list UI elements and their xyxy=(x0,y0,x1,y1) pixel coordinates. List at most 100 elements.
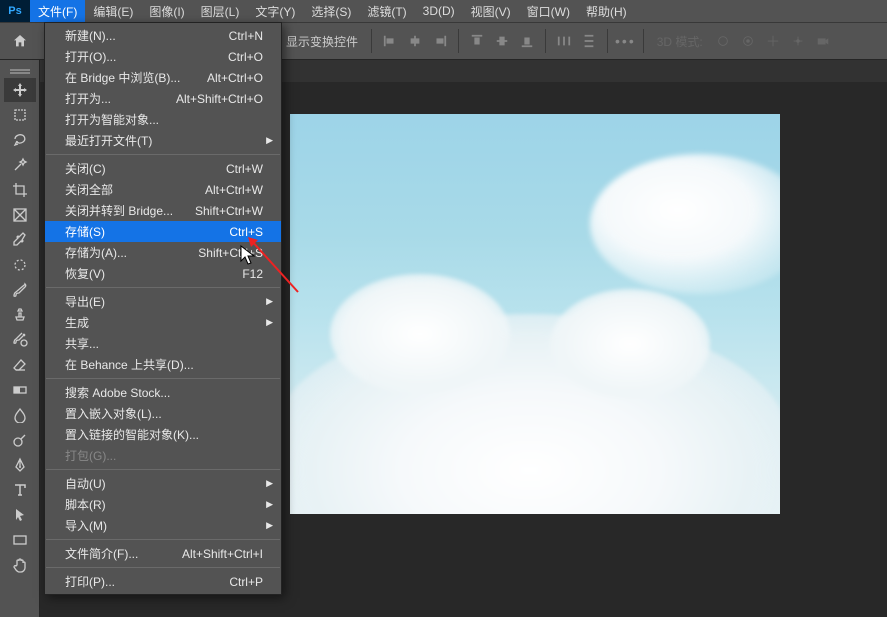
frame-tool[interactable] xyxy=(4,203,36,227)
eraser-tool[interactable] xyxy=(4,353,36,377)
menu-item-label: 在 Behance 上共享(D)... xyxy=(65,356,194,373)
crop-tool[interactable] xyxy=(4,178,36,202)
panel-handle[interactable] xyxy=(2,66,38,74)
magic-wand-tool[interactable] xyxy=(4,153,36,177)
menu-item[interactable]: 恢复(V)F12 xyxy=(45,263,281,284)
3d-move-icon[interactable] xyxy=(762,30,784,52)
menu-separator xyxy=(46,469,280,470)
menu-item[interactable]: 新建(N)...Ctrl+N xyxy=(45,25,281,46)
menu-separator xyxy=(46,567,280,568)
align-bottom-icon[interactable] xyxy=(516,30,538,52)
type-tool[interactable] xyxy=(4,478,36,502)
3d-camera-icon[interactable] xyxy=(812,30,834,52)
align-center-h-icon[interactable] xyxy=(404,30,426,52)
menu-item[interactable]: 生成▶ xyxy=(45,312,281,333)
menu-item-label: 关闭(C) xyxy=(65,160,106,177)
distribute-h-icon[interactable] xyxy=(553,30,575,52)
menu-视图[interactable]: 视图(V) xyxy=(463,0,519,22)
menu-item: 打包(G)... xyxy=(45,445,281,466)
blur-tool[interactable] xyxy=(4,403,36,427)
path-select-tool[interactable] xyxy=(4,503,36,527)
file-menu-dropdown: 新建(N)...Ctrl+N打开(O)...Ctrl+O在 Bridge 中浏览… xyxy=(44,22,282,595)
clone-stamp-tool[interactable] xyxy=(4,303,36,327)
tools-panel xyxy=(0,60,40,617)
menu-item[interactable]: 在 Behance 上共享(D)... xyxy=(45,354,281,375)
menu-item-label: 自动(U) xyxy=(65,475,106,492)
photoshop-logo: Ps xyxy=(0,0,30,22)
align-top-icon[interactable] xyxy=(466,30,488,52)
menu-item[interactable]: 打开为智能对象... xyxy=(45,109,281,130)
menu-帮助[interactable]: 帮助(H) xyxy=(578,0,635,22)
menu-文件[interactable]: 文件(F) xyxy=(30,0,85,22)
menu-separator xyxy=(46,154,280,155)
menu-item[interactable]: 搜索 Adobe Stock... xyxy=(45,382,281,403)
submenu-arrow-icon: ▶ xyxy=(266,520,273,531)
pen-tool[interactable] xyxy=(4,453,36,477)
menu-item-label: 打开为智能对象... xyxy=(65,111,159,128)
menu-窗口[interactable]: 窗口(W) xyxy=(519,0,578,22)
menu-item-label: 打印(P)... xyxy=(65,573,115,590)
menu-item[interactable]: 导出(E)▶ xyxy=(45,291,281,312)
menu-item-label: 文件简介(F)... xyxy=(65,545,138,562)
menu-bar: Ps 文件(F)编辑(E)图像(I)图层(L)文字(Y)选择(S)滤镜(T)3D… xyxy=(0,0,887,22)
menu-item[interactable]: 关闭并转到 Bridge... Shift+Ctrl+W xyxy=(45,200,281,221)
menu-separator xyxy=(46,287,280,288)
menu-编辑[interactable]: 编辑(E) xyxy=(85,0,141,22)
dodge-tool[interactable] xyxy=(4,428,36,452)
menu-separator xyxy=(46,539,280,540)
menu-item-label: 恢复(V) xyxy=(65,265,105,282)
align-right-icon[interactable] xyxy=(429,30,451,52)
menu-item[interactable]: 打印(P)...Ctrl+P xyxy=(45,571,281,592)
menu-item[interactable]: 打开(O)...Ctrl+O xyxy=(45,46,281,67)
eyedropper-tool[interactable] xyxy=(4,228,36,252)
menu-item-shortcut: Ctrl+N xyxy=(229,29,263,43)
menu-item[interactable]: 存储(S)Ctrl+S xyxy=(45,221,281,242)
menu-item-label: 打开(O)... xyxy=(65,48,116,65)
menu-item-label: 关闭并转到 Bridge... xyxy=(65,202,173,219)
move-tool[interactable] xyxy=(4,78,36,102)
document-canvas[interactable] xyxy=(290,114,780,514)
3d-pan-icon[interactable] xyxy=(737,30,759,52)
menu-item-shortcut: Shift+Ctrl+W xyxy=(195,204,263,218)
history-brush-tool[interactable] xyxy=(4,328,36,352)
3d-orbit-icon[interactable] xyxy=(712,30,734,52)
menu-item[interactable]: 打开为...Alt+Shift+Ctrl+O xyxy=(45,88,281,109)
menu-文字[interactable]: 文字(Y) xyxy=(247,0,303,22)
menu-item[interactable]: 导入(M) ▶ xyxy=(45,515,281,536)
distribute-v-icon[interactable] xyxy=(578,30,600,52)
menu-图层[interactable]: 图层(L) xyxy=(193,0,248,22)
artboard-tool[interactable] xyxy=(4,103,36,127)
menu-选择[interactable]: 选择(S) xyxy=(303,0,359,22)
home-button[interactable] xyxy=(6,28,34,54)
menu-item[interactable]: 文件简介(F)...Alt+Shift+Ctrl+I xyxy=(45,543,281,564)
menu-item-label: 打包(G)... xyxy=(65,447,116,464)
menu-item[interactable]: 共享... xyxy=(45,333,281,354)
transform-label: 显示变换控件 xyxy=(280,33,364,50)
menu-item[interactable]: 在 Bridge 中浏览(B)...Alt+Ctrl+O xyxy=(45,67,281,88)
rectangle-tool[interactable] xyxy=(4,528,36,552)
menu-item[interactable]: 置入链接的智能对象(K)... xyxy=(45,424,281,445)
menu-滤镜[interactable]: 滤镜(T) xyxy=(359,0,414,22)
menu-item[interactable]: 脚本(R)▶ xyxy=(45,494,281,515)
menu-item[interactable]: 存储为(A)...Shift+Ctrl+S xyxy=(45,242,281,263)
menu-图像[interactable]: 图像(I) xyxy=(141,0,192,22)
hand-tool[interactable] xyxy=(4,553,36,577)
3d-slide-icon[interactable] xyxy=(787,30,809,52)
align-left-icon[interactable] xyxy=(379,30,401,52)
menu-item-label: 导出(E) xyxy=(65,293,105,310)
more-options-icon[interactable]: ••• xyxy=(615,33,636,49)
brush-tool[interactable] xyxy=(4,278,36,302)
gradient-tool[interactable] xyxy=(4,378,36,402)
menu-item[interactable]: 最近打开文件(T)▶ xyxy=(45,130,281,151)
menu-item[interactable]: 关闭(C)Ctrl+W xyxy=(45,158,281,179)
menu-item[interactable]: 自动(U)▶ xyxy=(45,473,281,494)
menu-3d[interactable]: 3D(D) xyxy=(415,0,463,22)
menu-item[interactable]: 关闭全部Alt+Ctrl+W xyxy=(45,179,281,200)
menu-item-label: 在 Bridge 中浏览(B)... xyxy=(65,69,180,86)
spot-heal-tool[interactable] xyxy=(4,253,36,277)
menu-item-label: 导入(M) xyxy=(65,517,107,534)
menu-item[interactable]: 置入嵌入对象(L)... xyxy=(45,403,281,424)
align-center-v-icon[interactable] xyxy=(491,30,513,52)
lasso-tool[interactable] xyxy=(4,128,36,152)
menu-item-label: 置入嵌入对象(L)... xyxy=(65,405,162,422)
